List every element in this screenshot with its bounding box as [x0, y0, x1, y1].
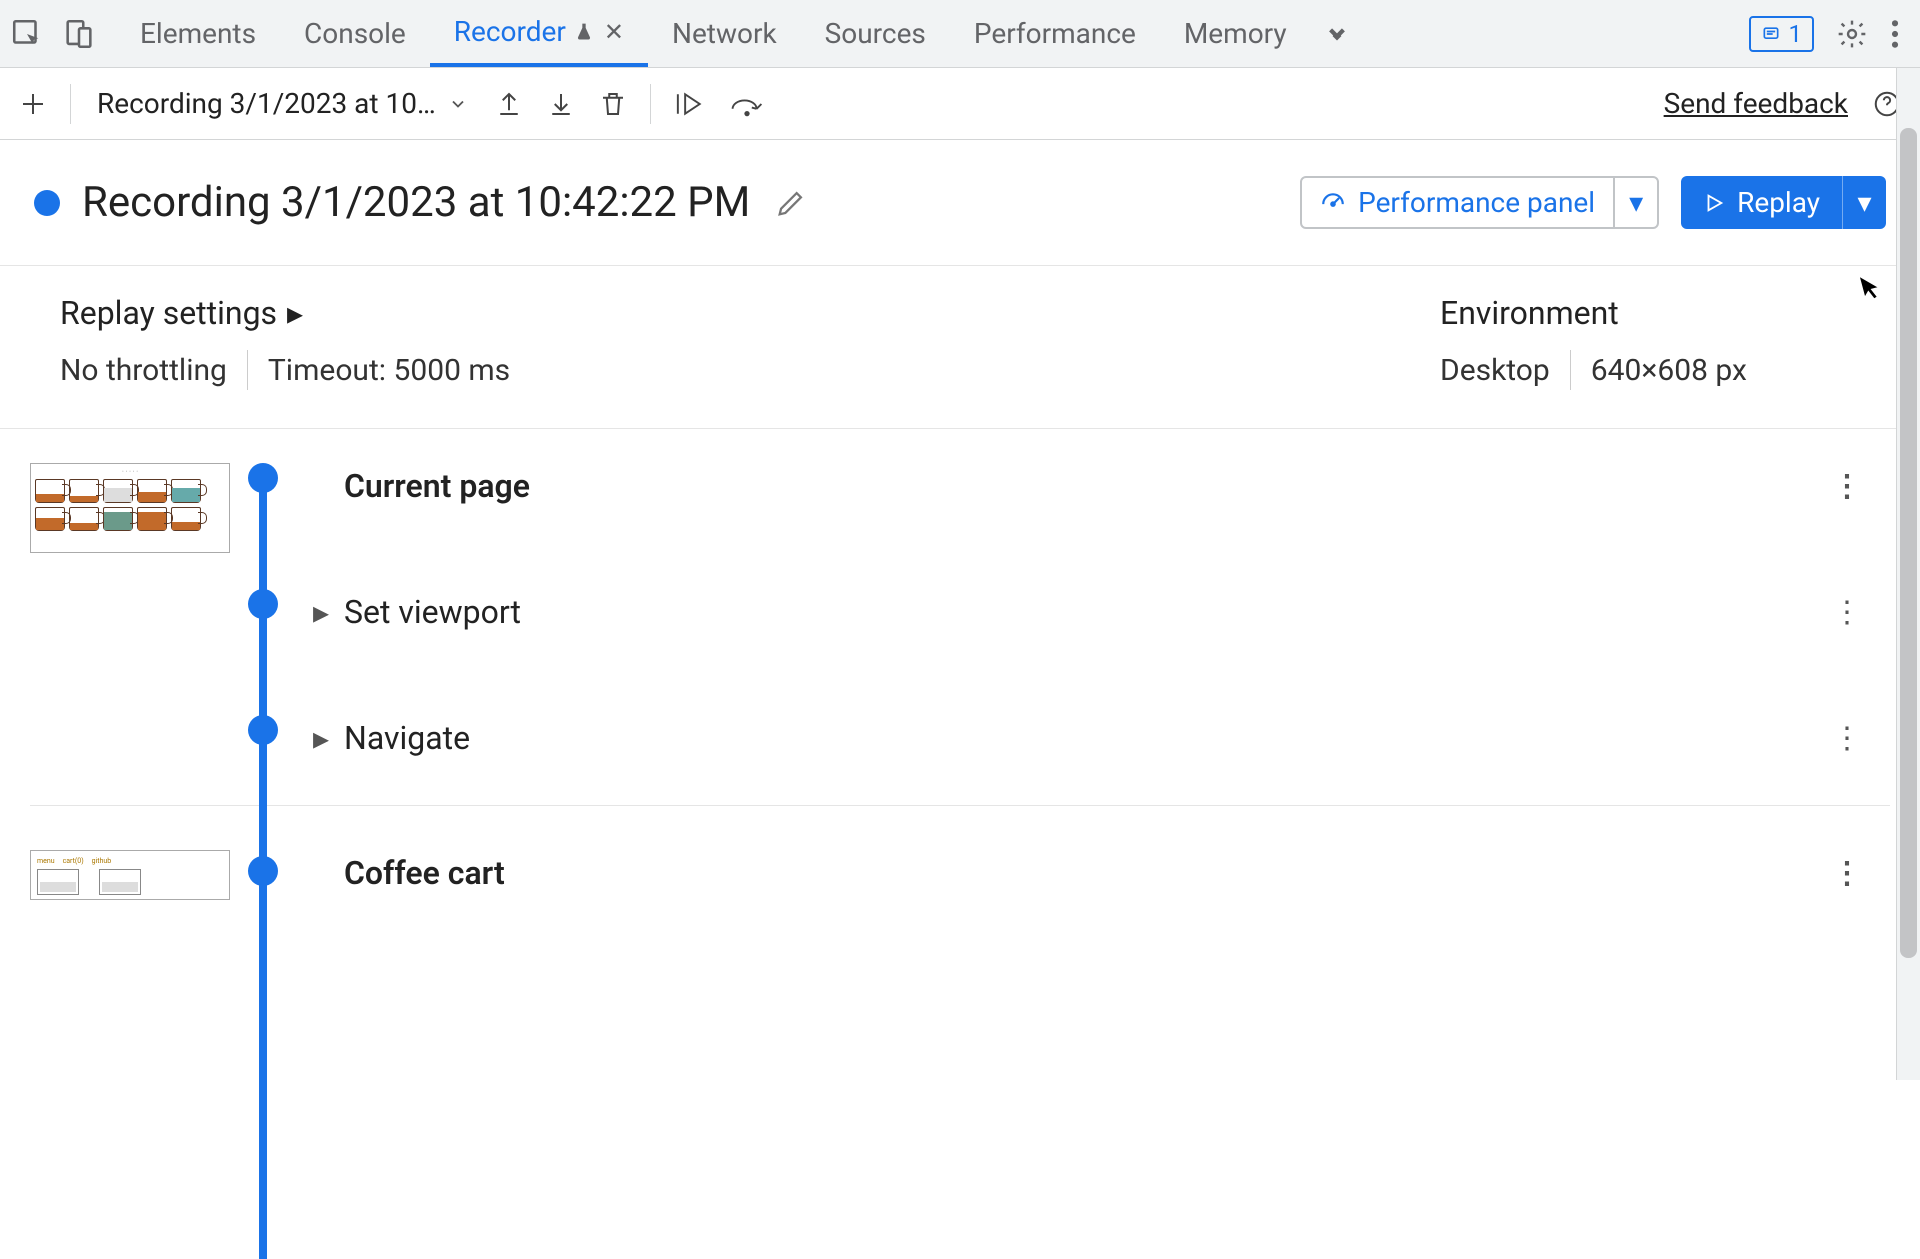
replay-settings: Replay settings ▸ No throttling Timeout:… [0, 266, 1920, 429]
replay-button[interactable]: Replay ▾ [1681, 176, 1886, 229]
recording-select[interactable]: Recording 3/1/2023 at 10… [93, 81, 472, 126]
divider [1570, 350, 1571, 390]
chevron-right-icon: ▸ [310, 719, 332, 757]
chevron-right-icon: ▸ [287, 294, 303, 332]
replay-label: Replay [1737, 186, 1820, 219]
replay-dropdown[interactable]: ▾ [1842, 176, 1886, 229]
step-node [248, 856, 278, 886]
step-current-page[interactable]: Current page ⋮ [310, 459, 1890, 513]
export-icon[interactable] [546, 89, 576, 119]
step-over-icon[interactable] [729, 89, 765, 119]
step-node [248, 463, 278, 493]
env-device: Desktop [1440, 353, 1550, 388]
import-icon[interactable] [494, 89, 524, 119]
step-label: Coffee cart [344, 854, 505, 892]
device-toggle-icon[interactable] [62, 17, 96, 51]
step-label: Set viewport [344, 593, 521, 631]
step-menu-icon[interactable]: ⋮ [1832, 856, 1860, 891]
step-group: menucart(0)github Coffee cart ⋮ [30, 846, 1890, 946]
more-tabs[interactable] [1311, 0, 1363, 67]
tab-label: Console [304, 17, 406, 50]
tab-elements[interactable]: Elements [116, 0, 280, 67]
step-navigate[interactable]: ▸ Navigate ⋮ [310, 711, 1890, 765]
step-menu-icon[interactable]: ⋮ [1832, 595, 1860, 630]
tab-sources[interactable]: Sources [801, 0, 950, 67]
step-coffee-cart[interactable]: Coffee cart ⋮ [310, 846, 1890, 900]
recording-title: Recording 3/1/2023 at 10:42:22 PM [82, 178, 750, 227]
tab-label: Elements [140, 17, 256, 50]
tab-label: Recorder [454, 15, 566, 48]
recording-header: Recording 3/1/2023 at 10:42:22 PM Perfor… [0, 140, 1920, 266]
divider [247, 350, 248, 390]
tab-label: Sources [825, 17, 926, 50]
perf-dropdown[interactable]: ▾ [1613, 178, 1657, 227]
tab-label: Network [672, 17, 777, 50]
env-dimensions: 640×608 px [1591, 353, 1747, 388]
performance-panel-button[interactable]: Performance panel ▾ [1300, 176, 1659, 229]
replay-settings-label: Replay settings [60, 294, 277, 332]
replay-settings-toggle[interactable]: Replay settings ▸ [60, 294, 1440, 332]
environment-label: Environment [1440, 294, 1619, 332]
pencil-icon[interactable] [774, 186, 808, 220]
trash-icon[interactable] [598, 89, 628, 119]
step-play-icon[interactable] [673, 89, 707, 119]
add-icon[interactable] [18, 89, 48, 119]
step-set-viewport[interactable]: ▸ Set viewport ⋮ [310, 585, 1890, 639]
tab-recorder[interactable]: Recorder ✕ [430, 0, 648, 67]
step-menu-icon[interactable]: ⋮ [1832, 721, 1860, 756]
recorder-toolbar: Recording 3/1/2023 at 10… Send feedback [0, 68, 1920, 140]
step-node [248, 715, 278, 745]
close-icon[interactable]: ✕ [604, 18, 624, 46]
gear-icon[interactable] [1836, 18, 1868, 50]
devtools-tabbar: Elements Console Recorder ✕ Network Sour… [0, 0, 1920, 68]
chevron-right-icon: ▸ [310, 593, 332, 631]
step-menu-icon[interactable]: ⋮ [1832, 469, 1860, 504]
step-thumbnail: · · · · · [30, 463, 230, 553]
recording-select-label: Recording 3/1/2023 at 10… [97, 87, 436, 120]
send-feedback-link[interactable]: Send feedback [1664, 87, 1848, 120]
step-label: Current page [344, 467, 530, 505]
tab-label: Performance [974, 17, 1136, 50]
record-dot-icon [34, 190, 60, 216]
step-node [248, 589, 278, 619]
issues-count: 1 [1789, 20, 1803, 48]
perf-label: Performance panel [1358, 186, 1595, 219]
step-label: Navigate [344, 719, 470, 757]
chevron-down-icon [448, 94, 468, 114]
step-group: · · · · · [30, 459, 1890, 806]
tab-console[interactable]: Console [280, 0, 430, 67]
inspect-icon[interactable] [10, 17, 44, 51]
scroll-thumb[interactable] [1900, 128, 1917, 958]
flask-icon [574, 22, 594, 42]
scrollbar[interactable] [1896, 68, 1920, 1080]
kebab-icon[interactable] [1890, 18, 1900, 50]
tab-memory[interactable]: Memory [1160, 0, 1311, 67]
tab-network[interactable]: Network [648, 0, 801, 67]
tab-performance[interactable]: Performance [950, 0, 1160, 67]
timeout-value: Timeout: 5000 ms [268, 353, 510, 388]
issues-badge[interactable]: 1 [1749, 16, 1815, 52]
tab-label: Memory [1184, 17, 1287, 50]
steps-list: · · · · · [0, 429, 1920, 946]
step-thumbnail: menucart(0)github [30, 850, 230, 900]
throttling-value: No throttling [60, 353, 227, 388]
